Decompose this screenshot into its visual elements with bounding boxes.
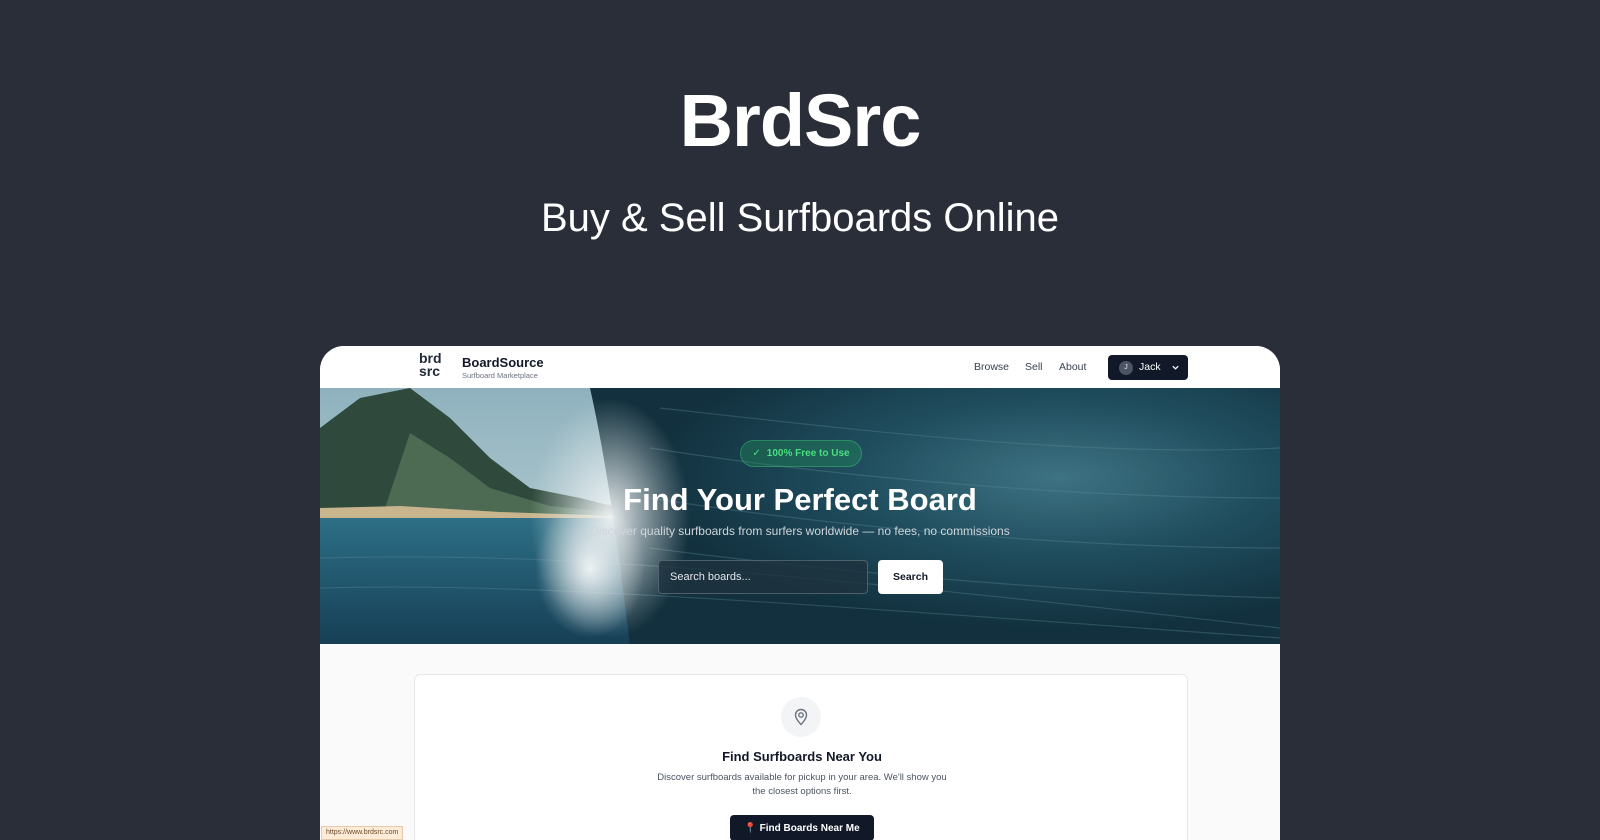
hero-subtitle: Discover quality surfboards from surfers… — [590, 524, 1010, 538]
logo-line-2: src — [419, 363, 441, 379]
nav-browse[interactable]: Browse — [974, 361, 1009, 373]
search-input[interactable] — [658, 560, 868, 594]
near-you-description: Discover surfboards available for pickup… — [657, 772, 947, 797]
status-bar-url: https://www.brdsrc.com — [321, 826, 404, 840]
content-area: Find Surfboards Near You Discover surfbo… — [320, 644, 1280, 840]
search-button[interactable]: Search — [878, 560, 943, 594]
hero-section: ✓ 100% Free to Use Find Your Perfect Boar… — [320, 388, 1280, 644]
promo-title: BrdSrc — [679, 79, 922, 162]
logo[interactable]: brd src — [419, 351, 449, 379]
browser-window: brd src BoardSource Surfboard Marketplac… — [320, 346, 1280, 840]
near-you-title: Find Surfboards Near You — [722, 749, 882, 764]
free-badge: ✓ 100% Free to Use — [740, 440, 862, 467]
brand-tagline: Surfboard Marketplace — [462, 371, 538, 380]
hero-title: Find Your Perfect Board — [623, 482, 977, 517]
badge-label: 100% Free to Use — [766, 448, 850, 459]
pin-icon-circle — [781, 697, 821, 737]
check-icon: ✓ — [752, 448, 761, 459]
brand-name[interactable]: BoardSource — [462, 355, 544, 370]
user-name: Jack — [1139, 361, 1161, 373]
nav-sell[interactable]: Sell — [1025, 361, 1043, 373]
nav-about[interactable]: About — [1059, 361, 1086, 373]
promo-subtitle: Buy & Sell Surfboards Online — [540, 196, 1060, 240]
map-pin-icon — [794, 708, 808, 726]
find-near-me-button[interactable]: 📍 Find Boards Near Me — [730, 815, 874, 840]
user-menu-button[interactable]: J Jack — [1108, 355, 1188, 380]
near-you-card: Find Surfboards Near You Discover surfbo… — [414, 674, 1188, 840]
avatar: J — [1119, 361, 1133, 375]
chevron-down-icon — [1172, 365, 1179, 370]
site-header: brd src BoardSource Surfboard Marketplac… — [320, 346, 1280, 388]
